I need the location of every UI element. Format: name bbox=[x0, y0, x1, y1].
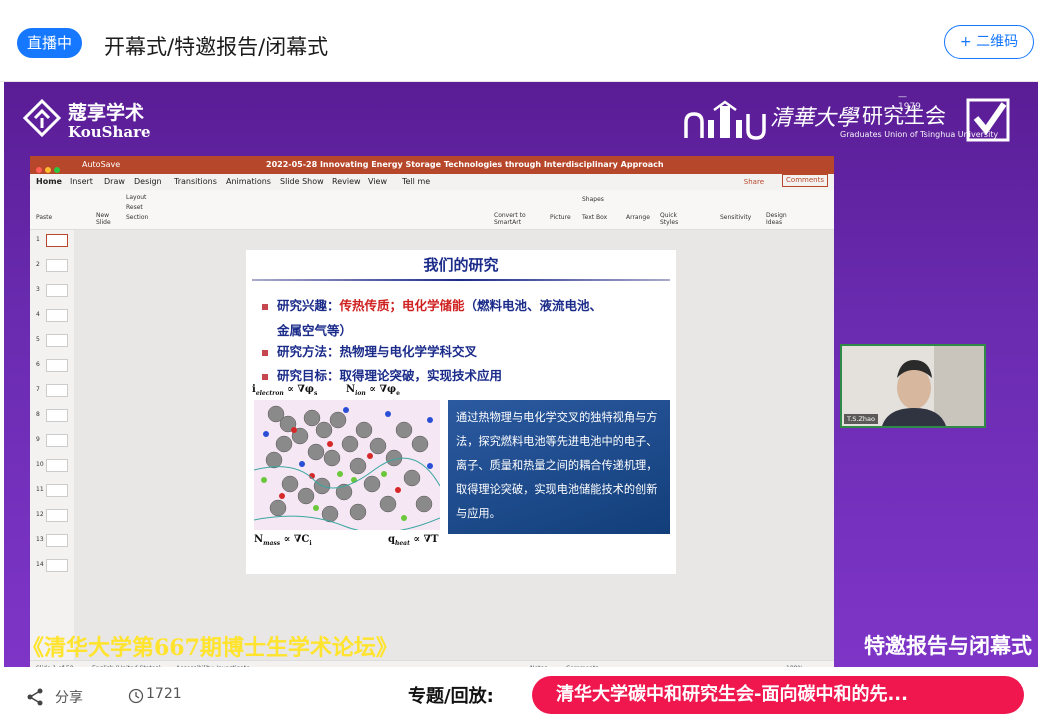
tsinghua-calligraphy: 清華大學 bbox=[770, 106, 859, 131]
slide-title: 我们的研究 bbox=[246, 254, 676, 281]
eq-electron: ielectron ∝ ∇φs bbox=[252, 384, 318, 397]
koushare-name-en: KouShare bbox=[68, 123, 151, 141]
new-slide-label: New Slide bbox=[96, 212, 111, 226]
video-stage: 蔻享学术 KouShare 清華大學 研究生会 —1979— Graduates… bbox=[4, 82, 1038, 684]
thumb-12: 12 bbox=[36, 509, 72, 522]
thumb-11: 11 bbox=[36, 484, 72, 497]
research-description-box: 通过热物理与电化学交叉的独特视角与方法，探究燃料电池等先进电池中的电子、离子、质… bbox=[448, 400, 670, 534]
thumb-7: 7 bbox=[36, 384, 72, 397]
eq-mass: Nmass ∝ ∇Ci bbox=[254, 534, 312, 547]
bullet-goal: 研究目标：取得理论突破，实现技术应用 bbox=[262, 366, 502, 386]
stream-title: 开幕式/特邀报告/闭幕式 bbox=[104, 35, 329, 59]
slide-thumbnails: 1 2 3 4 5 6 7 8 9 10 11 12 13 14 bbox=[30, 230, 74, 660]
text-box-label: Text Box bbox=[582, 214, 608, 221]
speaker-video-tile: T.S.Zhao bbox=[840, 344, 986, 428]
session-title: 特邀报告与闭幕式 bbox=[864, 634, 1032, 658]
forum-title: 《清华大学第667期博士生学术论坛》 bbox=[22, 635, 398, 661]
bullet-method: 研究方法：热物理与电化学学科交叉 bbox=[262, 342, 477, 362]
section-label: Section bbox=[126, 214, 149, 221]
reset-label: Reset bbox=[126, 204, 143, 211]
thumb-2: 2 bbox=[36, 259, 72, 272]
porous-electrode-diagram bbox=[253, 400, 441, 533]
thumb-10: 10 bbox=[36, 459, 72, 472]
speaker-name-tag: T.S.Zhao bbox=[844, 414, 878, 424]
qr-code-button[interactable]: + 二维码 bbox=[944, 25, 1034, 59]
tab-tell-me: Tell me bbox=[402, 177, 431, 186]
eq-heat: qheat ∝ ∇T bbox=[388, 534, 439, 547]
quick-styles-label: Quick Styles bbox=[660, 212, 679, 226]
bullet-interest: 研究兴趣：传热传质；电化学储能（燃料电池、液流电池、 bbox=[262, 296, 602, 316]
eq-ion: Nion ∝ ∇φe bbox=[346, 384, 400, 397]
slide-canvas: 我们的研究 研究兴趣：传热传质；电化学储能（燃料电池、液流电池、 金属空气等） … bbox=[74, 230, 834, 660]
layout-label: Layout bbox=[126, 194, 147, 201]
thumb-1: 1 bbox=[36, 234, 72, 247]
thumb-8: 8 bbox=[36, 409, 72, 422]
paste-label: Paste bbox=[36, 214, 53, 221]
ppt-title-bar: AutoSave 2022-05-28 Innovating Energy St… bbox=[30, 156, 834, 174]
shapes-label: Shapes bbox=[582, 196, 604, 203]
current-slide: 我们的研究 研究兴趣：传热传质；电化学储能（燃料电池、液流电池、 金属空气等） … bbox=[246, 250, 676, 574]
thumb-9: 9 bbox=[36, 434, 72, 447]
tab-insert: Insert bbox=[70, 177, 93, 186]
ppt-document-title: 2022-05-28 Innovating Energy Storage Tec… bbox=[266, 160, 664, 169]
thumb-5: 5 bbox=[36, 334, 72, 347]
tab-view: View bbox=[368, 177, 387, 186]
share-icon[interactable] bbox=[26, 688, 44, 706]
koushare-logo-icon bbox=[22, 98, 62, 138]
ppt-comments-button: Comments bbox=[782, 174, 828, 187]
thumb-6: 6 bbox=[36, 359, 72, 372]
autosave-toggle: AutoSave bbox=[82, 160, 121, 169]
thumb-4: 4 bbox=[36, 309, 72, 322]
design-ideas-label: Design Ideas bbox=[766, 212, 787, 226]
stream-header: 直播中 开幕式/特邀报告/闭幕式 + 二维码 bbox=[0, 0, 1038, 82]
checkmark-logo-icon bbox=[966, 98, 1010, 142]
ppt-share-button: Share bbox=[743, 178, 764, 186]
tab-design: Design bbox=[134, 177, 162, 186]
topic-link-button[interactable]: 清华大学碳中和研究生会-面向碳中和的先... bbox=[532, 676, 1024, 714]
footer-bar: 分享 1721 专题/回放: 清华大学碳中和研究生会-面向碳中和的先... bbox=[0, 667, 1038, 723]
tab-draw: Draw bbox=[104, 177, 125, 186]
thumb-3: 3 bbox=[36, 284, 72, 297]
thumb-14: 14 bbox=[36, 559, 72, 572]
bullet-interest-cont: 金属空气等） bbox=[277, 323, 353, 338]
live-badge: 直播中 bbox=[17, 28, 83, 58]
sensitivity-label: Sensitivity bbox=[720, 214, 752, 221]
shared-powerpoint-window: AutoSave 2022-05-28 Innovating Energy St… bbox=[30, 156, 834, 684]
tab-transitions: Transitions bbox=[174, 177, 217, 186]
porous-structure-illustration bbox=[253, 405, 441, 533]
tab-animations: Animations bbox=[226, 177, 271, 186]
view-count: 1721 bbox=[146, 686, 182, 702]
ppt-ribbon-tabs: Home Insert Draw Design Transitions Anim… bbox=[30, 174, 834, 192]
gu-logo-icon bbox=[684, 100, 766, 140]
founding-year: —1979— bbox=[898, 92, 921, 122]
convert-smartart-label: Convert to SmartArt bbox=[494, 212, 526, 226]
arrange-label: Arrange bbox=[626, 214, 650, 221]
topic-label: 专题/回放: bbox=[408, 686, 494, 707]
tab-review: Review bbox=[332, 177, 361, 186]
koushare-name-cn: 蔻享学术 bbox=[68, 102, 145, 124]
ppt-ribbon: Paste New Slide Layout Reset Section Con… bbox=[30, 190, 834, 230]
picture-label: Picture bbox=[550, 214, 571, 221]
clock-icon bbox=[128, 688, 144, 704]
thumb-13: 13 bbox=[36, 534, 72, 547]
tab-slide-show: Slide Show bbox=[280, 177, 324, 186]
share-label[interactable]: 分享 bbox=[55, 687, 83, 707]
